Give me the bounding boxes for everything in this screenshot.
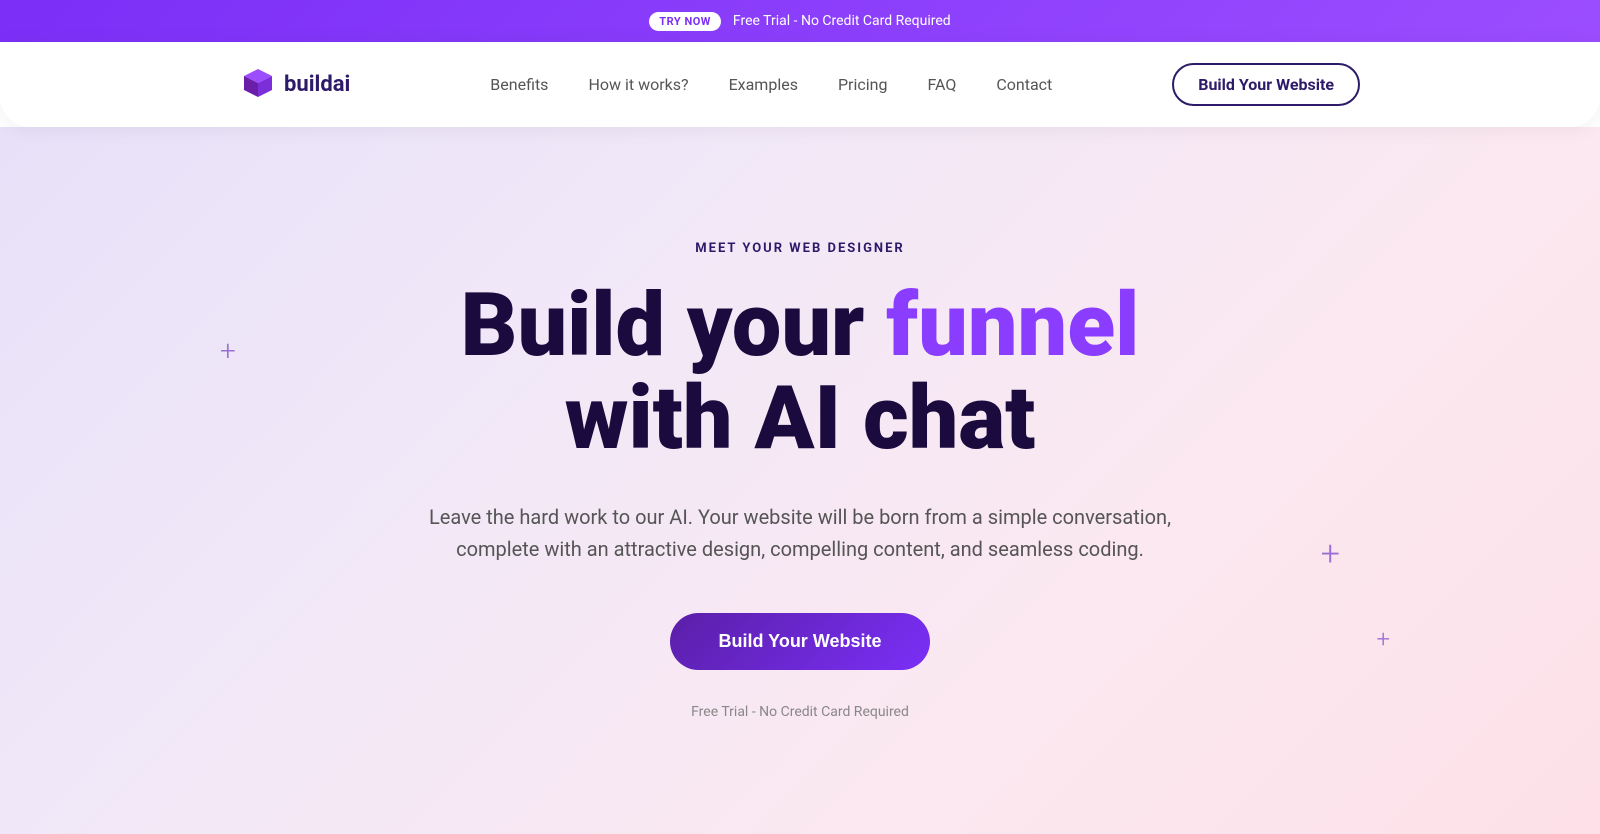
meet-label: MEET YOUR WEB DESIGNER <box>400 241 1200 256</box>
nav-links: Benefits How it works? Examples Pricing … <box>420 75 1122 94</box>
decoration-plus-1: + <box>220 337 236 365</box>
try-now-badge[interactable]: TRY NOW <box>649 12 721 31</box>
decoration-plus-3: + <box>1376 627 1390 651</box>
hero-section: + + + MEET YOUR WEB DESIGNER Build your … <box>0 127 1600 834</box>
hero-cta-wrapper: Build Your Website Free Trial - No Credi… <box>400 613 1200 720</box>
decoration-plus-2: + <box>1321 537 1340 571</box>
logo-icon <box>240 65 276 105</box>
nav-how-it-works[interactable]: How it works? <box>588 75 688 94</box>
hero-title-part2: with AI chat <box>565 367 1036 470</box>
logo-text: buildai <box>284 72 350 97</box>
hero-title-part1: Build your <box>461 274 887 377</box>
hero-title-highlight: funnel <box>886 274 1139 377</box>
hero-title: Build your funnel with AI chat <box>400 280 1200 465</box>
free-trial-text: Free Trial - No Credit Card Required <box>400 704 1200 720</box>
banner-text: Free Trial - No Credit Card Required <box>733 13 951 29</box>
navbar: buildai Benefits How it works? Examples … <box>0 42 1600 127</box>
nav-cta-button[interactable]: Build Your Website <box>1172 63 1360 106</box>
nav-benefits[interactable]: Benefits <box>490 75 548 94</box>
hero-content: MEET YOUR WEB DESIGNER Build your funnel… <box>360 181 1240 780</box>
nav-faq[interactable]: FAQ <box>927 75 956 94</box>
nav-pricing[interactable]: Pricing <box>838 75 888 94</box>
hero-subtitle: Leave the hard work to our AI. Your webs… <box>400 501 1200 565</box>
top-banner: TRY NOW Free Trial - No Credit Card Requ… <box>0 0 1600 42</box>
nav-examples[interactable]: Examples <box>729 75 798 94</box>
logo[interactable]: buildai <box>240 65 350 105</box>
nav-contact[interactable]: Contact <box>996 75 1052 94</box>
hero-cta-button[interactable]: Build Your Website <box>670 613 929 670</box>
